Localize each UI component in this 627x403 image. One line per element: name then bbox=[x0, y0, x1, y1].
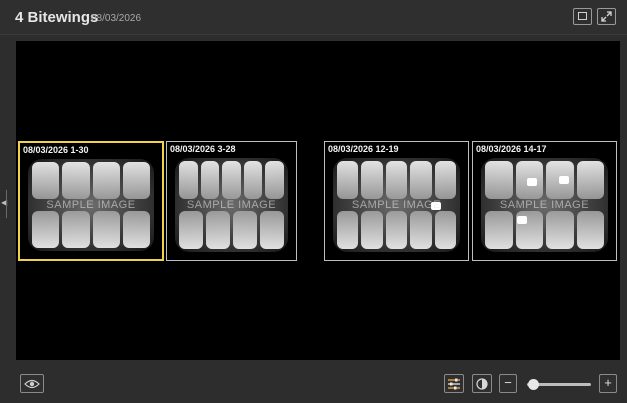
image-adjust-button[interactable] bbox=[444, 374, 464, 393]
splitter-line bbox=[6, 190, 7, 218]
xray-image: SAMPLE IMAGE bbox=[28, 159, 154, 251]
bitewing-thumbnail-2[interactable]: 08/03/2026 3-28 SAMPLE IMAGE bbox=[166, 141, 297, 261]
xray-image: SAMPLE IMAGE bbox=[175, 158, 288, 252]
sample-watermark: SAMPLE IMAGE bbox=[499, 199, 590, 212]
zoom-out-button[interactable]: − bbox=[499, 374, 517, 393]
xray-image: SAMPLE IMAGE bbox=[333, 158, 460, 252]
image-viewer[interactable]: 08/03/2026 1-30 SAMPLE IMAGE 08/03/2026 … bbox=[16, 41, 620, 360]
panel-footer: − + bbox=[0, 368, 627, 403]
bitewing-thumbnail-3[interactable]: 08/03/2026 12-19 SAMPLE IMAGE bbox=[324, 141, 469, 261]
single-view-icon bbox=[578, 12, 587, 20]
expand-icon bbox=[601, 11, 612, 22]
bitewing-thumbnail-1[interactable]: 08/03/2026 1-30 SAMPLE IMAGE bbox=[18, 141, 164, 261]
sample-watermark: SAMPLE IMAGE bbox=[351, 199, 442, 212]
xray-image: SAMPLE IMAGE bbox=[481, 158, 608, 252]
filling-mark bbox=[559, 176, 569, 184]
filling-mark bbox=[517, 216, 527, 224]
thumbnail-label: 08/03/2026 1-30 bbox=[23, 145, 89, 155]
panel-header: 4 Bitewings 08/03/2026 bbox=[0, 0, 627, 35]
filling-mark bbox=[527, 178, 537, 186]
image-adjust-icon bbox=[448, 378, 460, 390]
contrast-button[interactable] bbox=[472, 374, 492, 393]
bitewing-thumbnail-4[interactable]: 08/03/2026 14-17 SAMPLE IMAGE bbox=[472, 141, 617, 261]
panel-date: 08/03/2026 bbox=[91, 13, 142, 24]
bitewing-panel: 4 Bitewings 08/03/2026 ◀ 08/03/2026 1-30… bbox=[0, 0, 627, 403]
eye-icon bbox=[24, 379, 40, 389]
single-view-button[interactable] bbox=[573, 8, 592, 25]
zoom-in-button[interactable]: + bbox=[599, 374, 617, 393]
expand-button[interactable] bbox=[597, 8, 616, 25]
sample-watermark: SAMPLE IMAGE bbox=[186, 199, 277, 212]
thumbnail-label: 08/03/2026 12-19 bbox=[328, 144, 399, 154]
zoom-slider-knob[interactable] bbox=[528, 379, 540, 390]
visibility-toggle-button[interactable] bbox=[20, 374, 44, 393]
thumbnail-label: 08/03/2026 14-17 bbox=[476, 144, 547, 154]
panel-title: 4 Bitewings bbox=[15, 9, 99, 26]
thumbnail-label: 08/03/2026 3-28 bbox=[170, 144, 236, 154]
contrast-icon bbox=[476, 378, 488, 390]
side-panel-toggle[interactable]: ◀ bbox=[0, 190, 9, 218]
zoom-slider[interactable] bbox=[527, 379, 591, 390]
sample-watermark: SAMPLE IMAGE bbox=[46, 199, 136, 212]
